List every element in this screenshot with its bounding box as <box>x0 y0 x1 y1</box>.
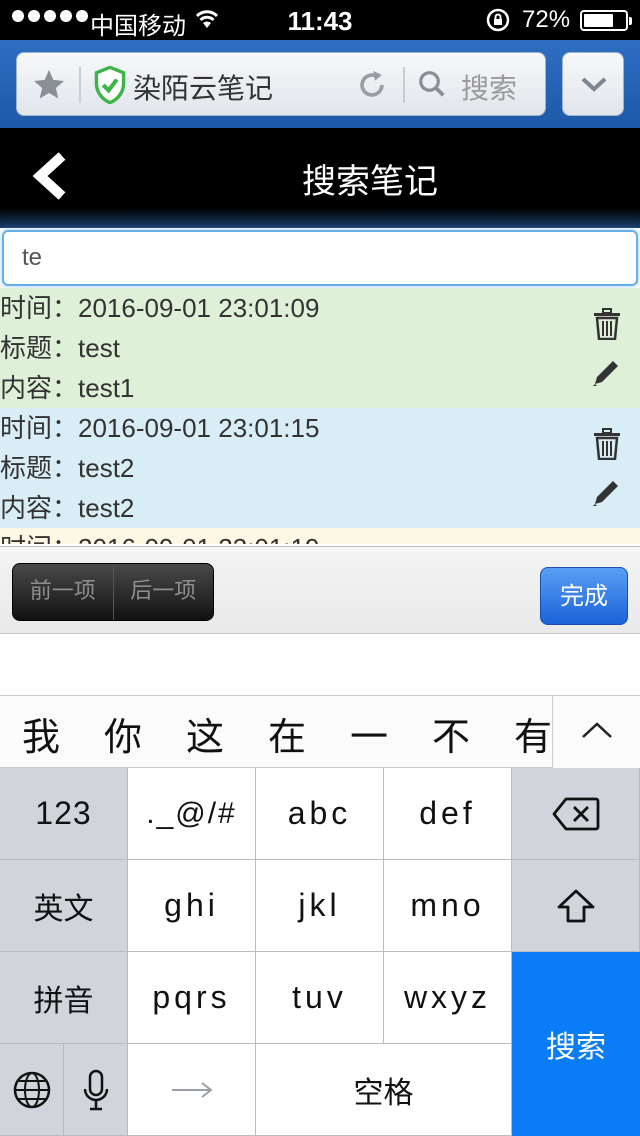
results-list: 时间：2016-09-01 23:01:09 标题：test 内容：test1 … <box>0 288 640 544</box>
page-header: 搜索笔记 <box>0 128 640 228</box>
prev-next-segmented-control: 前一项 后一项 <box>12 563 214 621</box>
key-mno[interactable]: mno <box>384 860 512 952</box>
trash-icon[interactable] <box>593 428 621 460</box>
chevron-up-icon <box>582 722 612 738</box>
candidate-word[interactable]: 你 <box>104 706 142 761</box>
key-abc[interactable]: abc <box>256 768 384 860</box>
star-icon[interactable] <box>31 67 67 103</box>
status-bar: 中国移动 11:43 72% <box>0 0 640 40</box>
next-key[interactable] <box>128 1044 256 1136</box>
address-bar[interactable]: 染陌云笔记 搜索 <box>16 52 546 116</box>
expand-candidates-button[interactable] <box>552 696 640 768</box>
candidate-word[interactable]: 这 <box>186 706 224 761</box>
done-button[interactable]: 完成 <box>540 567 628 625</box>
list-item: 时间：2016-09-01 23:01:19 <box>0 528 640 544</box>
key-ghi[interactable]: ghi <box>128 860 256 952</box>
backspace-key[interactable] <box>512 768 640 860</box>
search-icon[interactable] <box>417 68 447 100</box>
divider <box>79 67 81 103</box>
reload-icon[interactable] <box>355 67 389 103</box>
candidate-word[interactable]: 我 <box>22 706 60 761</box>
backspace-icon <box>552 797 599 830</box>
right-arrow-icon <box>171 1081 213 1098</box>
key-english[interactable]: 英文 <box>0 860 128 952</box>
carrier-name: 中国移动 <box>90 12 186 40</box>
note-time: 时间：2016-09-01 23:01:19 <box>0 528 319 544</box>
pencil-edit-icon[interactable] <box>591 476 623 508</box>
candidate-word[interactable]: 不 <box>432 706 470 761</box>
note-content: 内容：test1 <box>0 373 135 404</box>
keyboard-spacer <box>0 634 640 696</box>
rotation-lock-icon <box>486 8 510 32</box>
note-content: 内容：test2 <box>0 493 135 524</box>
wifi-icon <box>195 10 219 28</box>
keyboard: 123 ._@/# abc def 英文 ghi jkl mno 拼音 pqrs… <box>0 768 640 1136</box>
space-key[interactable]: 空格 <box>256 1044 512 1136</box>
battery-percent: 72% <box>522 6 571 33</box>
key-wxyz[interactable]: wxyz <box>384 952 512 1044</box>
header-title: 搜索笔记 <box>302 162 438 202</box>
list-item: 时间：2016-09-01 23:01:09 标题：test 内容：test1 <box>0 288 640 408</box>
note-title: 标题：test <box>0 333 120 364</box>
microphone-key[interactable] <box>64 1044 128 1136</box>
search-input[interactable]: te <box>2 230 638 286</box>
page-title: 染陌云笔记 <box>133 72 274 105</box>
previous-field-button[interactable]: 前一项 <box>13 564 113 620</box>
shift-key[interactable] <box>512 860 640 952</box>
key-jkl[interactable]: jkl <box>256 860 384 952</box>
key-def[interactable]: def <box>384 768 512 860</box>
browser-toolbar: 染陌云笔记 搜索 <box>0 40 640 128</box>
battery-icon <box>580 10 632 31</box>
next-field-button[interactable]: 后一项 <box>112 564 214 620</box>
search-key[interactable]: 搜索 <box>512 952 640 1136</box>
shield-check-icon <box>94 66 126 104</box>
pencil-edit-icon[interactable] <box>591 356 623 388</box>
divider <box>403 67 405 103</box>
globe-key[interactable] <box>0 1044 64 1136</box>
menu-dropdown-button[interactable] <box>562 52 624 116</box>
note-time: 时间：2016-09-01 23:01:15 <box>0 413 320 444</box>
key-pinyin[interactable]: 拼音 <box>0 952 128 1044</box>
keyboard-accessory-bar: 前一项 后一项 完成 <box>0 546 640 634</box>
search-placeholder[interactable]: 搜索 <box>461 67 517 107</box>
note-title: 标题：test2 <box>0 453 135 484</box>
candidate-word[interactable]: 有 <box>514 706 552 761</box>
trash-icon[interactable] <box>593 308 621 340</box>
chevron-down-icon <box>581 77 607 92</box>
key-pqrs[interactable]: pqrs <box>128 952 256 1044</box>
list-item: 时间：2016-09-01 23:01:15 标题：test2 内容：test2 <box>0 408 640 528</box>
candidate-bar: 我 你 这 在 一 不 有 <box>0 696 640 768</box>
candidate-word[interactable]: 一 <box>350 706 388 761</box>
note-time: 时间：2016-09-01 23:01:09 <box>0 293 320 324</box>
candidate-word[interactable]: 在 <box>268 706 306 761</box>
key-symbols[interactable]: ._@/# <box>128 768 256 860</box>
microphone-icon <box>83 1069 108 1110</box>
signal-strength-icon <box>12 10 88 22</box>
key-123[interactable]: 123 <box>0 768 128 860</box>
globe-icon <box>13 1071 50 1108</box>
shift-icon <box>557 889 594 922</box>
key-tuv[interactable]: tuv <box>256 952 384 1044</box>
